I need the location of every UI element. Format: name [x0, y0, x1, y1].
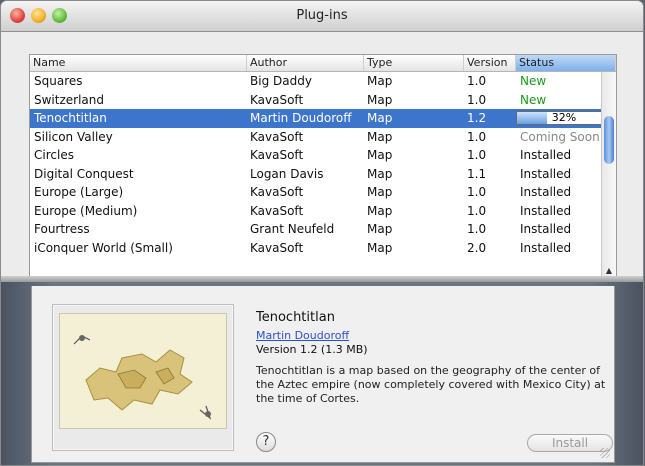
- cell-type: Map: [367, 92, 393, 107]
- cell-name: iConquer World (Small): [34, 240, 173, 255]
- cell-name: Digital Conquest: [34, 166, 134, 181]
- cell-author: Grant Neufeld: [250, 222, 335, 236]
- cell-name: Fourtress: [34, 222, 90, 236]
- cell-type: Map: [367, 166, 393, 181]
- cell-name: Squares: [34, 74, 83, 88]
- detail-description: Tenochtitlan is a map based on the geogr…: [256, 364, 606, 405]
- table-row[interactable]: Circles KavaSoft Map 1.0 Installed: [30, 146, 602, 165]
- table-row[interactable]: Squares Big Daddy Map 1.0 New: [30, 72, 602, 91]
- column-header-type[interactable]: Type: [364, 55, 464, 71]
- cell-type: Map: [367, 203, 393, 218]
- cell-status: Installed: [520, 222, 572, 236]
- cell-author: KavaSoft: [250, 203, 304, 218]
- table-row[interactable]: Europe (Medium) KavaSoft Map 1.0 Installed: [30, 202, 602, 221]
- cell-version: 1.0: [467, 222, 487, 236]
- table-row[interactable]: Digital Conquest Logan Davis Map 1.1 Install…: [30, 165, 602, 184]
- column-header-name[interactable]: Name: [30, 55, 247, 71]
- resize-grip-icon[interactable]: [600, 448, 610, 458]
- cell-type: Map: [367, 148, 393, 162]
- cell-author: KavaSoft: [250, 92, 304, 107]
- table-row[interactable]: Silicon Valley KavaSoft Map 1.0 Coming Soon: [30, 128, 602, 147]
- detail-plugin-name: Tenochtitlan: [256, 310, 335, 325]
- table-row[interactable]: Switzerland KavaSoft Map 1.0 New: [30, 91, 602, 110]
- map-preview-frame: [52, 304, 234, 451]
- cell-version: 1.2: [467, 111, 487, 125]
- cell-author: Big Daddy: [250, 74, 312, 88]
- cell-status: Installed: [520, 185, 572, 199]
- cell-version: 1.0: [467, 129, 487, 144]
- map-preview-image: [59, 313, 227, 429]
- cell-name: Europe (Large): [34, 185, 124, 199]
- cell-type: Map: [367, 240, 393, 255]
- cell-version: 2.0: [467, 240, 487, 255]
- detail-pane: Tenochtitlan Martin Doudoroff Version 1.…: [1, 282, 643, 465]
- cell-author: KavaSoft: [250, 129, 304, 144]
- window-title: Plug-ins: [296, 8, 348, 23]
- scrollbar-thumb[interactable]: [604, 116, 614, 164]
- cell-type: Map: [367, 129, 393, 144]
- table-body: Squares Big Daddy Map 1.0 New Switzerland Kava…: [30, 72, 612, 258]
- cell-version: 1.1: [467, 166, 487, 181]
- plugins-table: Name Author Type Version Status Squares B…: [29, 54, 617, 290]
- cell-name: Switzerland: [34, 92, 104, 107]
- cell-author: Martin Doudoroff: [250, 111, 352, 125]
- cell-author: KavaSoft: [250, 148, 304, 162]
- table-header: Name Author Type Version Status: [30, 55, 616, 72]
- cell-version: 1.0: [467, 74, 487, 88]
- download-progress-bar: 32%: [516, 111, 612, 125]
- cell-type: Map: [367, 185, 393, 199]
- progress-percent: 32%: [551, 111, 577, 124]
- cell-status: New: [520, 74, 547, 88]
- cell-status: Installed: [520, 148, 572, 162]
- column-header-status[interactable]: Status: [516, 55, 616, 71]
- help-button[interactable]: ?: [256, 432, 276, 452]
- cell-name: Circles: [34, 148, 74, 162]
- map-preview-graphic: [60, 314, 226, 428]
- table-row[interactable]: iConquer World (Small) KavaSoft Map 2.0 Inst…: [30, 239, 602, 258]
- cell-name: Silicon Valley: [34, 129, 113, 144]
- cell-version: 1.0: [467, 185, 487, 199]
- column-header-author[interactable]: Author: [247, 55, 364, 71]
- cell-status: Installed: [520, 203, 572, 218]
- table-row[interactable]: Fourtress Grant Neufeld Map 1.0 Installed: [30, 220, 602, 239]
- table-row[interactable]: Europe (Large) KavaSoft Map 1.0 Installed: [30, 183, 602, 202]
- cell-version: 1.0: [467, 203, 487, 218]
- table-row[interactable]: Tenochtitlan Martin Doudoroff Map 1.2 32%: [30, 109, 612, 128]
- cell-status: Installed: [520, 166, 572, 181]
- cell-type: Map: [367, 222, 393, 236]
- plugins-window: Plug-ins Name Author Type Version Status…: [1, 1, 643, 465]
- column-header-version[interactable]: Version: [464, 55, 516, 71]
- detail-version: Version 1.2 (1.3 MB): [256, 343, 368, 356]
- table-scrollbar[interactable]: ▲ ▼: [601, 72, 616, 289]
- cell-version: 1.0: [467, 92, 487, 107]
- cell-status: New: [520, 92, 547, 107]
- cell-author: KavaSoft: [250, 185, 304, 199]
- plugins-list-pane: Name Author Type Version Status Squares B…: [1, 32, 643, 290]
- detail-panel: Tenochtitlan Martin Doudoroff Version 1.…: [31, 286, 615, 463]
- cell-author: KavaSoft: [250, 240, 304, 255]
- cell-version: 1.0: [467, 148, 487, 162]
- title-bar[interactable]: Plug-ins: [1, 1, 643, 32]
- cell-status: Coming Soon: [520, 129, 600, 144]
- cell-type: Map: [367, 111, 393, 125]
- cell-name: Europe (Medium): [34, 203, 138, 218]
- cell-author: Logan Davis: [250, 166, 324, 181]
- cell-type: Map: [367, 74, 393, 88]
- cell-name: Tenochtitlan: [34, 111, 107, 125]
- detail-author-link[interactable]: Martin Doudoroff: [256, 329, 349, 342]
- cell-status: Installed: [520, 240, 572, 255]
